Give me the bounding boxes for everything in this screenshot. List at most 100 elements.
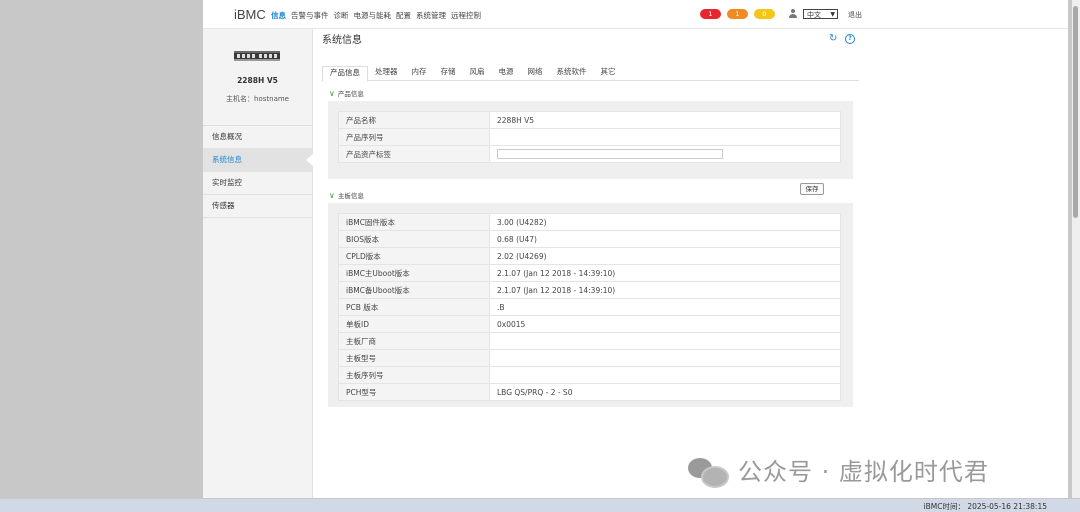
ibmc-time: iBMC时间： 2025-05-16 21:38:15 — [923, 502, 1047, 511]
table-row: BIOS版本 0.68 (U47) — [338, 230, 841, 248]
sidebar: 2288H V5 主机名：hostname 信息概况 系统信息 实时监控 传感器 — [203, 29, 313, 498]
table-row: 产品序列号 — [338, 128, 841, 146]
row-value: 3.00 (U4282) — [489, 213, 841, 231]
row-label: 主板厂商 — [338, 332, 490, 350]
logout-link[interactable]: 退出 — [848, 10, 862, 20]
tab-other[interactable]: 其它 — [594, 66, 623, 80]
product-info-panel: 产品名称 2288H V5 产品序列号 产品资产标签 保存 — [328, 101, 853, 195]
row-value: 2.1.07 (Jan 12 2018 - 14:39:10) — [489, 264, 841, 282]
tab-memory[interactable]: 内存 — [405, 66, 434, 80]
row-label: 产品资产标签 — [338, 145, 490, 163]
table-row: 单板ID 0x0015 — [338, 315, 841, 333]
nav-remote-control[interactable]: 远程控制 — [451, 10, 481, 21]
table-row: 产品资产标签 — [338, 145, 841, 163]
table-row: 主板厂商 — [338, 332, 841, 350]
row-value: .B — [489, 298, 841, 316]
table-row: PCH型号 LBG QS/PRQ - 2 - S0 — [338, 383, 841, 401]
help-icon[interactable]: ? — [845, 34, 855, 44]
row-label: 主板序列号 — [338, 366, 490, 384]
tab-system-software[interactable]: 系统软件 — [550, 66, 594, 80]
server-model: 2288H V5 — [237, 76, 278, 85]
tab-storage[interactable]: 存储 — [434, 66, 463, 80]
asset-tag-input[interactable] — [497, 149, 723, 159]
row-label: iBMC备Uboot版本 — [338, 281, 490, 299]
row-value: 0.68 (U47) — [489, 230, 841, 248]
scrollbar-thumb[interactable] — [1073, 6, 1078, 218]
board-section-title: 主板信息 — [337, 192, 364, 200]
table-row: iBMC固件版本 3.00 (U4282) — [338, 213, 841, 231]
row-value: 2.1.07 (Jan 12 2018 - 14:39:10) — [489, 281, 841, 299]
row-label: 产品名称 — [338, 111, 490, 129]
row-label: BIOS版本 — [338, 230, 490, 248]
product-section-header[interactable]: ∨ 产品信息 — [329, 88, 364, 98]
sidebar-item-system-info[interactable]: 系统信息 — [203, 149, 313, 172]
chevron-down-icon: ∨ — [329, 89, 335, 98]
chevron-down-icon: ▼ — [830, 11, 835, 18]
row-label: 产品序列号 — [338, 128, 490, 146]
server-image — [234, 51, 280, 61]
sidebar-menu: 信息概况 系统信息 实时监控 传感器 — [203, 125, 313, 218]
row-value — [489, 349, 841, 367]
watermark: 公众号 · 虚拟化时代君 — [688, 452, 989, 488]
tab-network[interactable]: 网络 — [521, 66, 550, 80]
main-nav: 信息 告警与事件 诊断 电源与能耗 配置 系统管理 远程控制 — [271, 10, 481, 21]
board-section-header[interactable]: ∨ 主板信息 — [329, 190, 364, 200]
row-value — [489, 366, 841, 384]
save-button[interactable]: 保存 — [800, 183, 824, 195]
product-section-title: 产品信息 — [337, 90, 364, 98]
user-icon[interactable] — [788, 9, 797, 19]
top-bar: iBMC 信息 告警与事件 诊断 电源与能耗 配置 系统管理 远程控制 1 1 … — [203, 0, 1068, 29]
tab-product-info[interactable]: 产品信息 — [322, 66, 368, 82]
row-value — [489, 128, 841, 146]
watermark-text: 公众号 · 虚拟化时代君 — [738, 458, 989, 486]
board-info-panel: iBMC固件版本 3.00 (U4282) BIOS版本 0.68 (U47) CP… — [328, 203, 853, 407]
status-bar: iBMC时间： 2025-05-16 21:38:15 — [0, 499, 1080, 512]
sidebar-item-overview[interactable]: 信息概况 — [203, 126, 312, 149]
tab-processor[interactable]: 处理器 — [368, 66, 405, 80]
row-value: LBG QS/PRQ - 2 - S0 — [489, 383, 841, 401]
row-label: 主板型号 — [338, 349, 490, 367]
row-value — [489, 332, 841, 350]
table-row: iBMC备Uboot版本 2.1.07 (Jan 12 2018 - 14:39:… — [338, 281, 841, 299]
language-value: 中文 — [807, 11, 821, 19]
row-label: PCB 版本 — [338, 298, 490, 316]
row-label: iBMC主Uboot版本 — [338, 264, 490, 282]
nav-config[interactable]: 配置 — [396, 10, 411, 21]
page-title: 系统信息 — [322, 35, 362, 46]
ibmc-app: iBMC 信息 告警与事件 诊断 电源与能耗 配置 系统管理 远程控制 1 1 … — [203, 0, 1068, 498]
critical-alert-badge[interactable]: 1 — [700, 9, 721, 19]
product-info-table: 产品名称 2288H V5 产品序列号 产品资产标签 — [338, 111, 841, 163]
table-row: 主板序列号 — [338, 366, 841, 384]
wechat-icon — [688, 456, 729, 488]
row-label: iBMC固件版本 — [338, 213, 490, 231]
table-row: 主板型号 — [338, 349, 841, 367]
tab-fan[interactable]: 风扇 — [463, 66, 492, 80]
refresh-icon[interactable]: ↻ — [829, 34, 839, 44]
table-row: iBMC主Uboot版本 2.1.07 (Jan 12 2018 - 14:39:… — [338, 264, 841, 282]
table-row: 产品名称 2288H V5 — [338, 111, 841, 129]
nav-alarms[interactable]: 告警与事件 — [291, 10, 329, 21]
brand-logo: iBMC — [234, 7, 266, 22]
chevron-down-icon: ∨ — [329, 191, 335, 200]
hostname-label: 主机名：hostname — [226, 95, 289, 103]
minor-alert-badge[interactable]: 0 — [754, 9, 775, 19]
sidebar-item-realtime-monitor[interactable]: 实时监控 — [203, 172, 312, 195]
row-value — [489, 145, 841, 163]
language-select[interactable]: 中文 ▼ — [803, 9, 838, 19]
table-row: PCB 版本 .B — [338, 298, 841, 316]
nav-system-admin[interactable]: 系统管理 — [416, 10, 446, 21]
nav-diagnostics[interactable]: 诊断 — [334, 10, 349, 21]
sidebar-item-sensors[interactable]: 传感器 — [203, 195, 312, 218]
alert-counters: 1 1 0 — [700, 9, 775, 19]
row-value: 2.02 (U4269) — [489, 247, 841, 265]
row-label: 单板ID — [338, 315, 490, 333]
row-value: 0x0015 — [489, 315, 841, 333]
tab-power[interactable]: 电源 — [492, 66, 521, 80]
row-value: 2288H V5 — [489, 111, 841, 129]
board-info-table: iBMC固件版本 3.00 (U4282) BIOS版本 0.68 (U47) CP… — [338, 213, 841, 401]
nav-power[interactable]: 电源与能耗 — [354, 10, 392, 21]
major-alert-badge[interactable]: 1 — [727, 9, 748, 19]
row-label: PCH型号 — [338, 383, 490, 401]
nav-info[interactable]: 信息 — [271, 10, 286, 21]
info-tabs: 产品信息 处理器 内存 存储 风扇 电源 网络 系统软件 其它 — [322, 66, 859, 82]
